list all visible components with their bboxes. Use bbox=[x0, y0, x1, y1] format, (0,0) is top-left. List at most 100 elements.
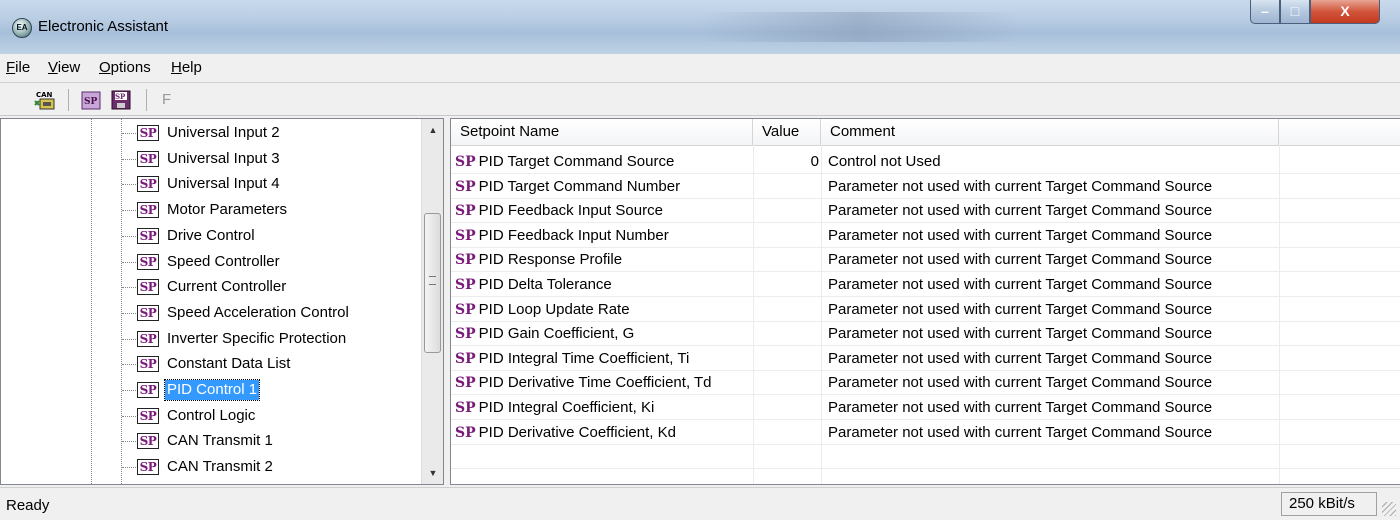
value-cell[interactable]: 0 bbox=[751, 150, 819, 174]
table-row-empty bbox=[451, 470, 1400, 484]
comment-cell: Parameter not used with current Target C… bbox=[828, 300, 1213, 318]
table-row-empty bbox=[451, 445, 1400, 470]
setpoint-prefix: SP bbox=[455, 375, 476, 392]
setpoint-save-button[interactable]: SP bbox=[110, 89, 132, 111]
setpoint-name-cell: SP PID Delta Tolerance bbox=[455, 273, 612, 297]
maximize-button[interactable]: □ bbox=[1280, 0, 1310, 24]
menu-options[interactable]: Options bbox=[99, 59, 151, 76]
table-row[interactable]: SP PID Derivative Coefficient, Kd Paramete… bbox=[451, 421, 1400, 445]
value-cell[interactable] bbox=[751, 298, 819, 322]
tree-item-label: Constant Data List bbox=[167, 355, 291, 373]
tree-connector bbox=[122, 184, 136, 186]
setpoint-name-cell: SP PID Derivative Coefficient, Kd bbox=[455, 421, 676, 445]
tree-connector bbox=[122, 364, 136, 366]
value-cell[interactable] bbox=[751, 371, 819, 395]
column-header-setpoint-name[interactable]: Setpoint Name bbox=[451, 119, 753, 145]
setpoint-icon: SP bbox=[137, 330, 159, 347]
tree-item-label: Current Controller bbox=[167, 278, 287, 296]
value-cell[interactable] bbox=[751, 248, 819, 272]
scroll-down-icon[interactable]: ▼ bbox=[422, 464, 443, 482]
setpoint-icon: SP bbox=[137, 125, 159, 141]
tree-item-label: Universal Input 2 bbox=[167, 124, 280, 141]
minimize-button[interactable]: – bbox=[1250, 0, 1280, 24]
close-button[interactable]: X bbox=[1310, 0, 1380, 24]
value-cell[interactable] bbox=[751, 175, 819, 199]
value-cell[interactable] bbox=[751, 224, 819, 248]
setpoint-name-cell: SP PID Derivative Time Coefficient, Td bbox=[455, 371, 712, 395]
menu-file[interactable]: File bbox=[6, 59, 30, 76]
table-row[interactable]: SP PID Loop Update Rate Parameter not used… bbox=[451, 298, 1400, 322]
column-header-value[interactable]: Value bbox=[753, 119, 821, 145]
table-row[interactable]: SP PID Delta Tolerance Parameter not used … bbox=[451, 273, 1400, 297]
table-row[interactable]: SP PID Feedback Input Number Parameter not… bbox=[451, 224, 1400, 248]
comment-cell: Parameter not used with current Target C… bbox=[828, 177, 1213, 195]
menu-view[interactable]: View bbox=[48, 59, 80, 76]
setpoint-icon: SP bbox=[137, 382, 159, 398]
table-row[interactable]: SP PID Target Command Source 0 Control not … bbox=[451, 150, 1400, 174]
f-button[interactable]: F bbox=[162, 91, 171, 108]
comment-cell: Parameter not used with current Target C… bbox=[828, 325, 1213, 343]
setpoint-name: PID Derivative Time Coefficient, Td bbox=[478, 374, 712, 392]
comment-cell: Parameter not used with current Target C… bbox=[828, 276, 1213, 293]
tree-item-label: Speed Acceleration Control bbox=[167, 303, 349, 321]
tree-connector bbox=[122, 312, 136, 314]
setpoint-prefix: SP bbox=[455, 400, 476, 416]
setpoint-prefix: SP bbox=[455, 350, 476, 367]
table-row[interactable]: SP PID Gain Coefficient, G Parameter not u… bbox=[451, 322, 1400, 347]
setpoint-icon: SP bbox=[137, 459, 159, 476]
value-cell[interactable] bbox=[751, 347, 819, 371]
value-cell[interactable] bbox=[751, 199, 819, 223]
setpoint-icon: SP bbox=[137, 227, 159, 244]
setpoint-prefix: SP bbox=[455, 277, 476, 293]
table-row[interactable]: SP PID Target Command Number Parameter not… bbox=[451, 175, 1400, 199]
setpoint-icon: SP bbox=[137, 356, 159, 373]
svg-text:SP: SP bbox=[115, 92, 126, 101]
setpoint-name: PID Response Profile bbox=[478, 251, 623, 269]
value-cell[interactable] bbox=[751, 322, 819, 346]
setpoint-icon: SP bbox=[137, 279, 159, 296]
setpoint-tree[interactable]: SP Universal Input 2 SP Universal Input 3 SP… bbox=[0, 118, 444, 485]
table-row[interactable]: SP PID Integral Time Coefficient, Ti Param… bbox=[451, 347, 1400, 371]
setpoint-prefix: SP bbox=[455, 326, 476, 343]
tree-scrollbar[interactable]: ▲ ▼ bbox=[421, 119, 443, 484]
menu-bar: File View Options Help bbox=[0, 54, 1400, 83]
app-window: EA Electronic Assistant – □ X File View … bbox=[0, 0, 1400, 520]
table-row[interactable]: SP PID Response Profile Parameter not used… bbox=[451, 248, 1400, 273]
setpoint-name: PID Integral Coefficient, Ki bbox=[478, 399, 655, 416]
tree-connector bbox=[122, 287, 136, 289]
list-header: Setpoint Name Value Comment bbox=[451, 119, 1400, 146]
menu-help[interactable]: Help bbox=[171, 59, 202, 76]
setpoint-open-button[interactable]: SP bbox=[80, 89, 102, 111]
comment-cell: Control not Used bbox=[828, 153, 941, 170]
can-connect-icon: CAN bbox=[34, 91, 55, 110]
setpoint-name: PID Delta Tolerance bbox=[478, 276, 612, 293]
window-title: Electronic Assistant bbox=[38, 18, 169, 35]
title-bar[interactable]: EA Electronic Assistant – □ X bbox=[0, 0, 1400, 54]
setpoint-name: PID Gain Coefficient, G bbox=[478, 325, 635, 343]
scroll-up-icon[interactable]: ▲ bbox=[422, 121, 443, 139]
tree-connector bbox=[122, 441, 136, 443]
setpoint-icon: SP bbox=[137, 150, 159, 167]
setpoint-name-cell: SP PID Loop Update Rate bbox=[455, 298, 630, 322]
value-cell[interactable] bbox=[751, 421, 819, 445]
tree-item-label: Speed Controller bbox=[167, 252, 280, 270]
resize-grip-icon[interactable] bbox=[1382, 502, 1396, 516]
setpoint-list[interactable]: Setpoint Name Value Comment SP PID Target… bbox=[450, 118, 1400, 485]
value-cell[interactable] bbox=[751, 396, 819, 420]
status-text: Ready bbox=[6, 497, 50, 514]
tree-item-label: Inverter Specific Protection bbox=[167, 329, 347, 347]
app-logo-icon[interactable]: EA bbox=[12, 18, 32, 38]
setpoint-prefix: SP bbox=[455, 178, 476, 195]
value-cell[interactable] bbox=[751, 273, 819, 297]
table-row[interactable]: SP PID Integral Coefficient, Ki Parameter … bbox=[451, 396, 1400, 420]
tree-item-label: Motor Parameters bbox=[167, 201, 288, 219]
setpoint-icon: SP bbox=[137, 304, 159, 321]
setpoint-prefix: SP bbox=[455, 424, 476, 441]
table-row[interactable]: SP PID Feedback Input Source Parameter not… bbox=[451, 199, 1400, 224]
tree-connector bbox=[122, 261, 136, 263]
can-connect-button[interactable]: CAN bbox=[34, 89, 56, 111]
scrollbar-thumb[interactable] bbox=[424, 213, 441, 353]
table-row[interactable]: SP PID Derivative Time Coefficient, Td Par… bbox=[451, 371, 1400, 396]
column-header-comment[interactable]: Comment bbox=[821, 119, 1279, 145]
setpoint-save-icon: SP bbox=[111, 90, 131, 110]
